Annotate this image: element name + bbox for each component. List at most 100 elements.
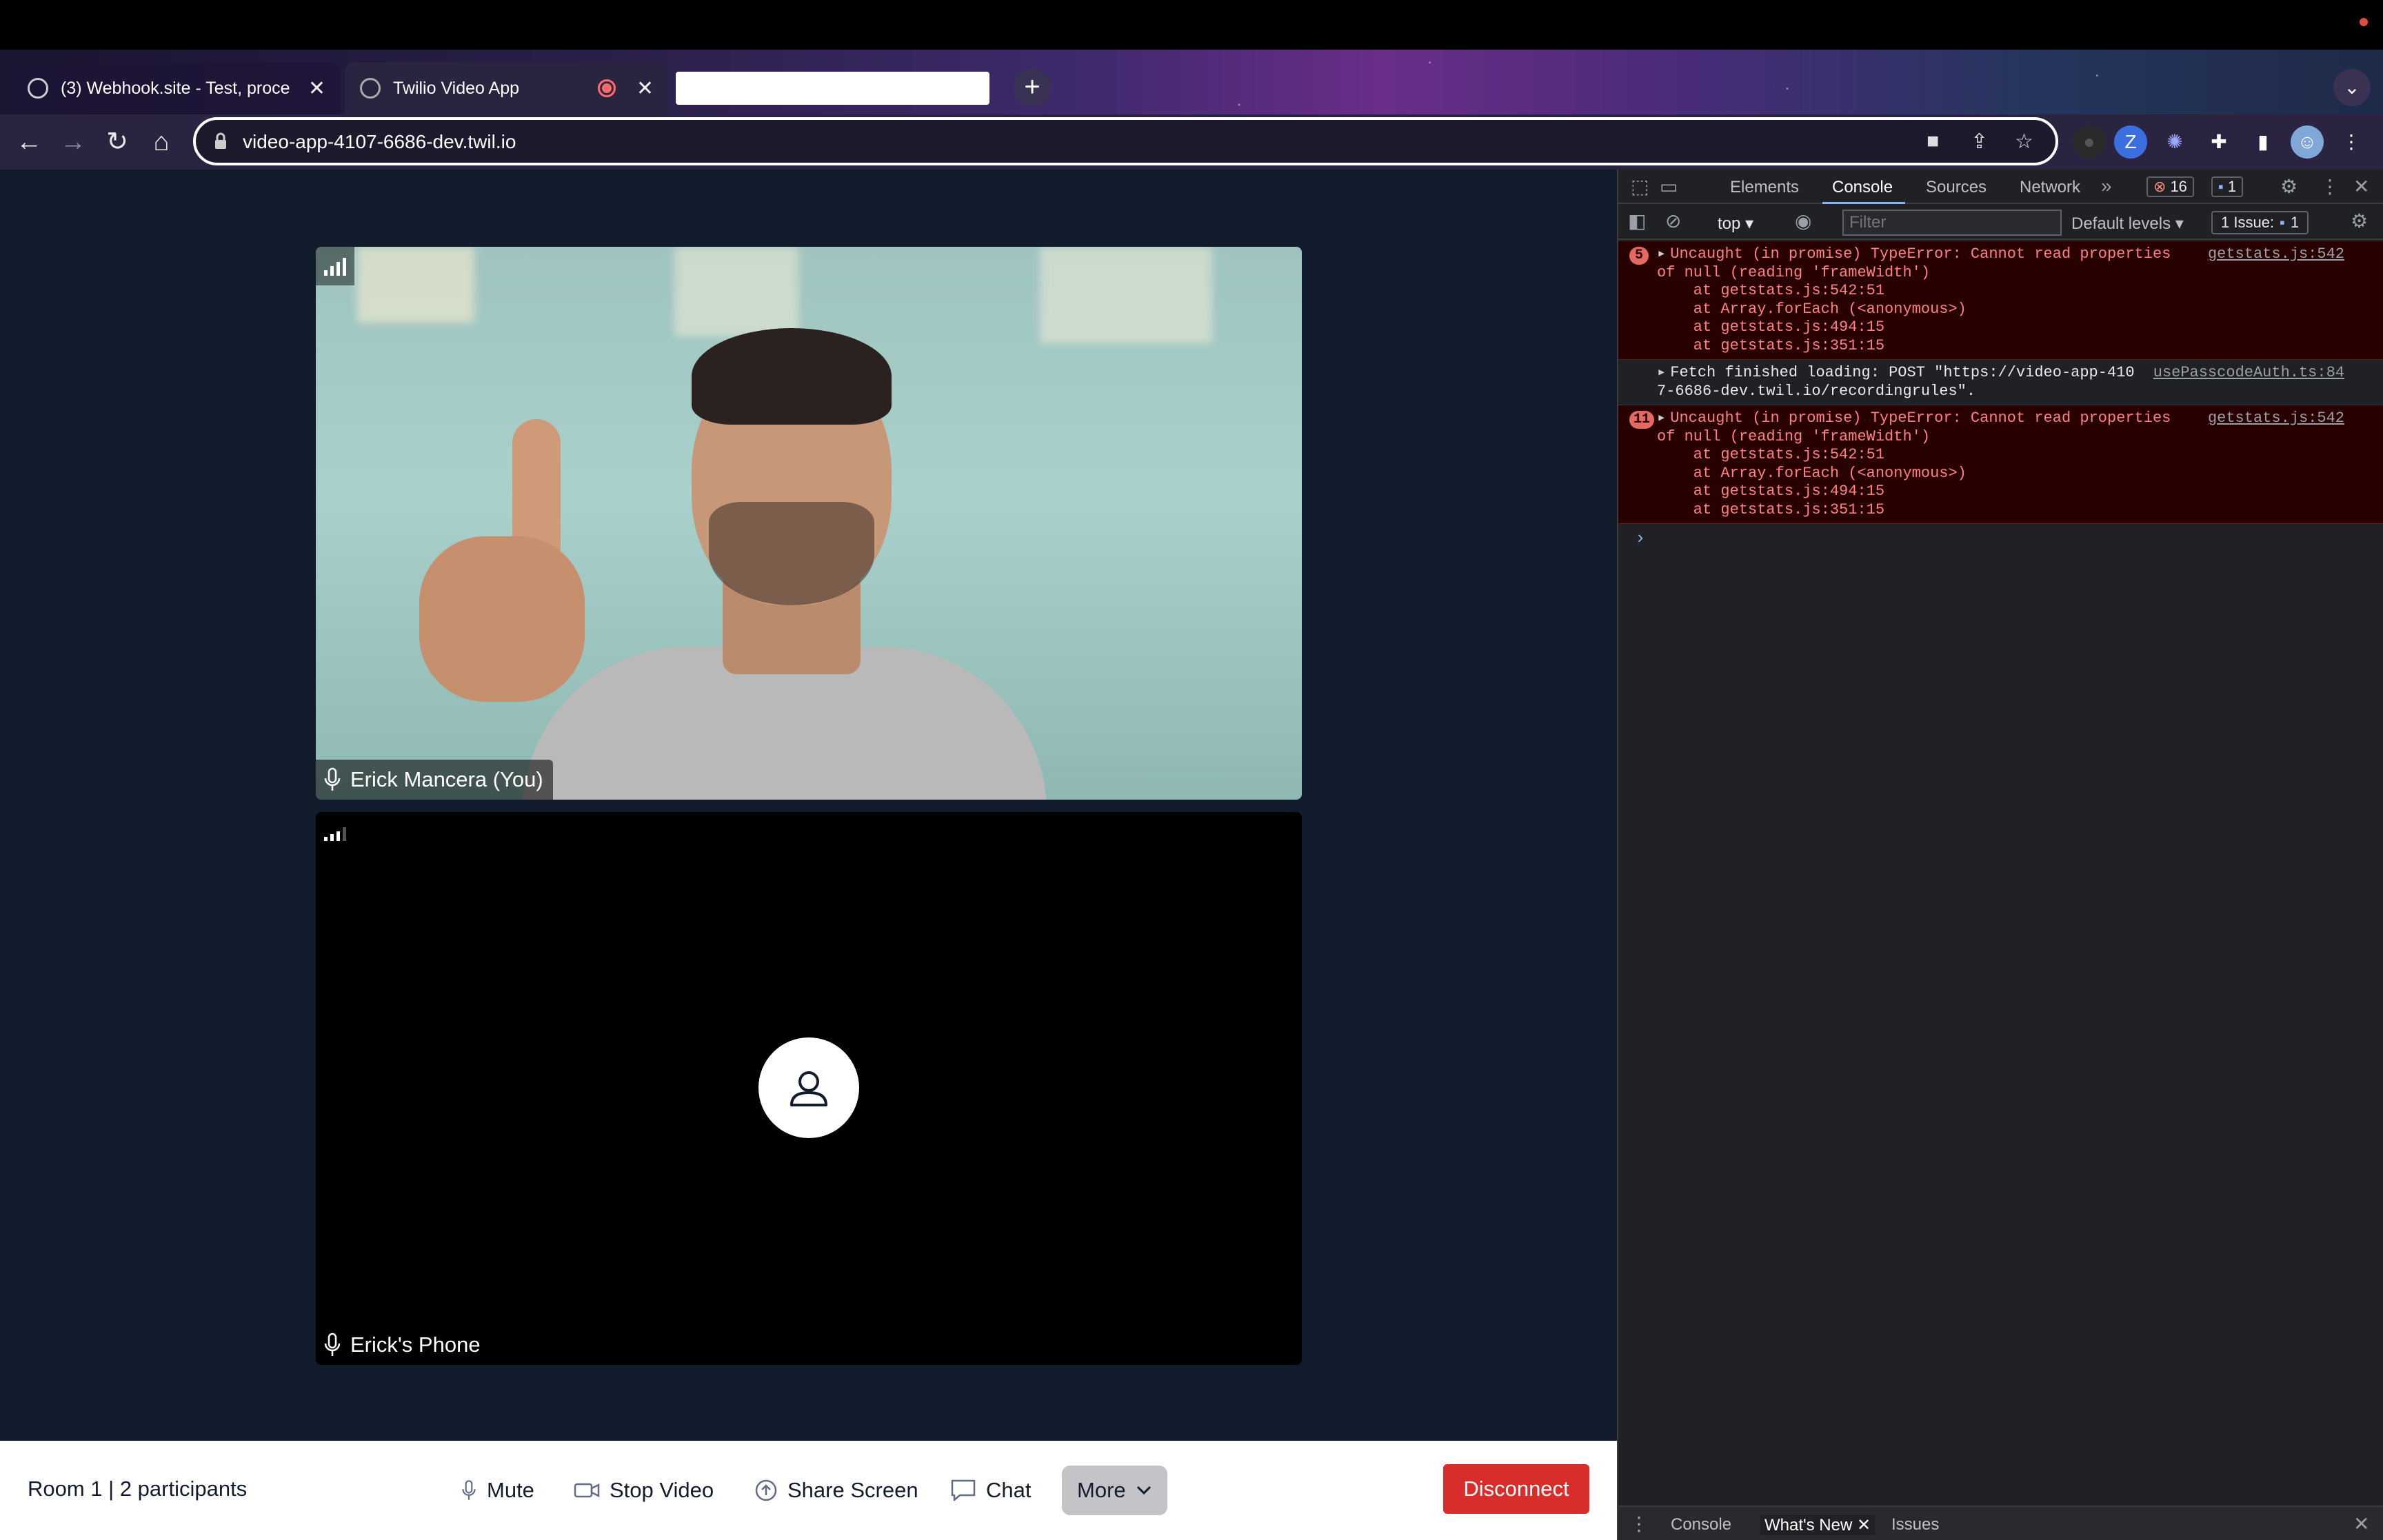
camera-icon[interactable]: ■ [1927,130,1939,153]
close-icon[interactable]: ✕ [1857,1516,1871,1534]
close-tab-icon[interactable]: ✕ [636,77,654,101]
share-screen-button[interactable]: Share Screen [746,1466,927,1515]
drawer-tab-console[interactable]: Console [1671,1515,1731,1534]
background-frame [357,247,474,323]
back-icon[interactable]: ← [8,121,50,163]
share-screen-label: Share Screen [787,1478,918,1502]
active-tab-indicator [1822,202,1905,204]
settings-extension-icon[interactable]: ✺ [2158,125,2191,159]
browser-toolbar: ← → ↻ ⌂ video-app-4107-6686-dev.twil.io … [0,114,2383,170]
tab-twilio-video[interactable]: Twilio Video App ✕ [345,62,669,114]
video-app: Erick Mancera (You) Erick's Phone Room 1… [0,170,1617,1540]
mute-button[interactable]: Mute [452,1466,543,1515]
message-icon: ▪ [2218,178,2224,195]
console-filter-bar: ◧ ⊘ top ▾ ◉ Default levels ▾ 1 Issue: ▪ … [1618,205,2383,240]
drawer-tab-issues[interactable]: Issues [1891,1515,1939,1534]
tab-webhook[interactable]: (3) Webhook.site - Test, proce ✕ [12,62,341,114]
video-hair [692,328,892,425]
lock-icon [215,132,226,149]
error-icon: ⊗ [2153,178,2166,195]
close-devtools-icon[interactable]: ✕ [2353,175,2369,198]
participant-name: Erick Mancera (You) [350,767,543,791]
microphone-icon [324,767,341,791]
error-count: 16 [2170,178,2187,195]
error-count-badge[interactable]: ⊗ 16 [2146,176,2194,197]
repeat-count-badge: 5 [1629,247,1649,265]
console-settings-icon[interactable]: ⚙ [2351,210,2368,232]
sidebar-toggle-icon[interactable]: ◧ [1628,210,1646,232]
issues-button[interactable]: 1 Issue: ▪ 1 [2211,211,2309,234]
expand-triangle-icon[interactable]: ▸ [1657,364,1666,381]
tab-network[interactable]: Network [2020,178,2080,197]
extension-icon[interactable]: ● [2073,125,2106,159]
room-info: Room 1 | 2 participants [28,1477,248,1501]
stack-frame[interactable]: at getstats.js:494:15 [1657,483,2372,501]
reload-icon[interactable]: ↻ [97,121,138,163]
stack-frame[interactable]: at getstats.js:542:51 [1657,446,2372,465]
participant-tile-remote: Erick's Phone [316,812,1302,1365]
context-selector[interactable]: top ▾ [1718,214,1753,234]
tab-blank[interactable] [676,72,989,105]
inspect-element-icon[interactable]: ⬚ [1631,175,1649,198]
source-link[interactable]: getstats.js:542 [2208,245,2344,263]
forward-icon[interactable]: → [52,121,94,163]
share-icon[interactable]: ⇪ [1971,130,1988,154]
clear-console-icon[interactable]: ⊘ [1665,210,1681,232]
home-icon[interactable]: ⌂ [141,121,182,163]
tab-search-button[interactable]: ⌄ [2333,69,2371,106]
log-levels-dropdown[interactable]: Default levels ▾ [2071,214,2184,234]
drawer-tab-whats-new[interactable]: What's New ✕ [1760,1515,1876,1535]
stop-video-label: Stop Video [610,1478,714,1502]
issues-label: 1 Issue: [2221,214,2275,231]
address-bar[interactable]: video-app-4107-6686-dev.twil.io ■ ⇪ ☆ [193,117,2058,165]
console-info-message[interactable]: usePasscodeAuth.ts:84 ▸ Fetch finished lo… [1618,360,2383,405]
sidepanel-icon[interactable]: ▮ [2246,125,2280,159]
tab-sources[interactable]: Sources [1926,178,1987,197]
tab-console[interactable]: Console [1832,178,1893,197]
more-tabs-icon[interactable]: » [2101,175,2112,197]
message-count-badge[interactable]: ▪ 1 [2211,176,2244,197]
share-screen-icon [755,1479,777,1501]
network-quality-icon [316,812,354,851]
zoom-extension-icon[interactable]: Z [2114,125,2147,159]
new-tab-button[interactable]: + [1014,69,1051,106]
eye-icon[interactable]: ◉ [1795,210,1811,232]
issues-count: 1 [2290,214,2300,231]
console-error-message[interactable]: 11 getstats.js:542 ▸ Uncaught (in promise… [1618,405,2383,524]
stop-video-button[interactable]: Stop Video [565,1466,722,1515]
console-prompt[interactable]: › [1618,524,2383,553]
menu-kebab-icon[interactable]: ⋮ [2335,125,2368,159]
console-filter-input[interactable] [1842,210,2062,236]
webhook-favicon-icon [28,78,48,99]
message-line: 7-6686-dev.twil.io/recordingrules". [1657,382,1976,400]
message-count: 1 [2227,178,2237,195]
chat-label: Chat [986,1478,1032,1502]
close-tab-icon[interactable]: ✕ [308,77,325,101]
stack-frame[interactable]: at getstats.js:494:15 [1657,318,2372,337]
expand-triangle-icon[interactable]: ▸ [1657,409,1666,427]
puzzle-icon[interactable]: ✚ [2202,125,2235,159]
chat-button[interactable]: Chat [942,1466,1039,1515]
tab-elements[interactable]: Elements [1730,178,1799,197]
profile-avatar[interactable]: ☺ [2291,125,2324,159]
message-line: Uncaught (in promise) TypeError: Cannot … [1670,409,2171,427]
disconnect-button[interactable]: Disconnect [1443,1464,1589,1514]
more-button[interactable]: More [1062,1466,1167,1515]
drawer-menu-icon[interactable]: ⋮ [1629,1512,1649,1535]
stack-frame[interactable]: at getstats.js:351:15 [1657,501,2372,520]
drawer-tab-label: What's New [1764,1516,1853,1534]
stack-frame[interactable]: at getstats.js:351:15 [1657,337,2372,356]
source-link[interactable]: usePasscodeAuth.ts:84 [2153,364,2344,381]
stack-frame[interactable]: at getstats.js:542:51 [1657,282,2372,301]
settings-gear-icon[interactable]: ⚙ [2280,175,2297,198]
devtools-menu-icon[interactable]: ⋮ [2320,175,2340,198]
bookmark-star-icon[interactable]: ☆ [2015,130,2033,154]
device-toolbar-icon[interactable]: ▭ [1660,175,1678,198]
console-error-message[interactable]: 5 getstats.js:542 ▸ Uncaught (in promise)… [1618,241,2383,360]
devtools-tabbar: ⬚ ▭ Elements Console Sources Network » ⊗… [1618,170,2383,204]
expand-triangle-icon[interactable]: ▸ [1657,245,1666,263]
source-link[interactable]: getstats.js:542 [2208,409,2344,427]
participant-name-tag: Erick Mancera (You) [316,760,553,800]
globe-icon [360,78,381,99]
close-drawer-icon[interactable]: ✕ [2353,1512,2369,1535]
